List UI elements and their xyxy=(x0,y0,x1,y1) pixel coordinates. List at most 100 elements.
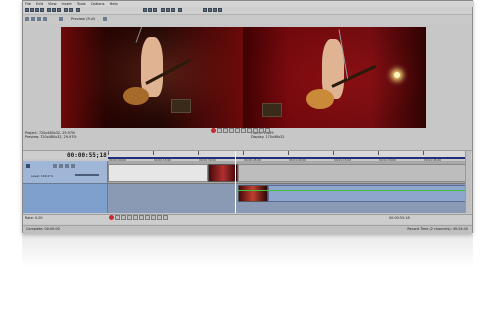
open-icon[interactable] xyxy=(30,8,34,12)
video-fx-icon[interactable] xyxy=(37,17,41,21)
ruler-tick xyxy=(108,151,109,155)
pause-button[interactable] xyxy=(235,128,240,133)
video-clip-empty[interactable] xyxy=(238,164,471,182)
undo-icon[interactable] xyxy=(64,8,68,12)
preview-frame-left xyxy=(61,27,243,128)
play-from-start-button[interactable] xyxy=(223,128,228,133)
performer-left-figure xyxy=(141,37,163,97)
vertical-scrollbar[interactable] xyxy=(465,151,471,213)
video-clip-2[interactable] xyxy=(268,185,471,202)
go-to-end-button[interactable] xyxy=(253,128,258,133)
video-preview[interactable] xyxy=(61,27,426,128)
ruler-tick xyxy=(333,151,334,155)
ruler-tick xyxy=(378,151,379,155)
overlays-icon[interactable] xyxy=(103,17,107,21)
preview-toolbar: Preview (Full) xyxy=(23,15,472,24)
status-complete: Complete: 00:00:00 xyxy=(26,227,60,231)
envelope-line[interactable] xyxy=(238,190,471,191)
zoom-tool-icon[interactable] xyxy=(178,8,182,12)
properties-icon[interactable] xyxy=(40,8,44,12)
new-icon[interactable] xyxy=(25,8,29,12)
video-track-1[interactable] xyxy=(108,161,471,184)
video-clip-thumbnail-2[interactable] xyxy=(238,185,268,202)
redo-icon[interactable] xyxy=(69,8,73,12)
timeline-play-start-button[interactable] xyxy=(121,215,126,220)
timeline-timecode[interactable]: 00:00:55;18 xyxy=(67,152,107,159)
preview-frame-right xyxy=(244,27,426,128)
external-monitor-icon[interactable] xyxy=(31,17,35,21)
prev-frame-button[interactable] xyxy=(259,128,264,133)
main-toolbar xyxy=(23,7,472,15)
cut-icon[interactable] xyxy=(47,8,51,12)
menu-file[interactable]: File xyxy=(25,2,31,6)
timeline-next-frame-button[interactable] xyxy=(163,215,168,220)
menu-options[interactable]: Options xyxy=(91,2,105,6)
guitar-left xyxy=(123,87,149,105)
track-fx-icon[interactable] xyxy=(65,164,69,168)
window-reflection xyxy=(22,234,473,268)
amp-left xyxy=(171,99,191,113)
overlay-icon[interactable] xyxy=(208,8,212,12)
preview-quality-icon[interactable] xyxy=(59,17,63,21)
timeline-prev-frame-button[interactable] xyxy=(157,215,162,220)
normal-edit-tool-icon[interactable] xyxy=(161,8,165,12)
track-level-label: Level: 100.0 % xyxy=(31,174,54,178)
timeline-stop-button[interactable] xyxy=(139,215,144,220)
menu-help[interactable]: Help xyxy=(110,2,118,6)
menu-tools[interactable]: Tools xyxy=(77,2,86,6)
go-to-start-button[interactable] xyxy=(247,128,252,133)
copy-icon[interactable] xyxy=(52,8,56,12)
timeline-record-button[interactable] xyxy=(109,215,114,220)
ripple-edit-icon[interactable] xyxy=(153,8,157,12)
preview-quality-label[interactable]: Preview (Full) xyxy=(71,17,95,21)
guitar-right xyxy=(306,89,334,109)
video-track-2[interactable] xyxy=(108,184,471,213)
loop-button[interactable] xyxy=(217,128,222,133)
status-record-time: Record Time (2 channels): 49:24:00 xyxy=(407,227,468,231)
project-info: Project: 720x480x32, 29.970i Preview: 72… xyxy=(25,131,76,139)
timeline-transport xyxy=(109,215,168,220)
render-icon[interactable] xyxy=(76,8,80,12)
snapping-icon[interactable] xyxy=(143,8,147,12)
paste-icon[interactable] xyxy=(57,8,61,12)
track-headers: Level: 100.0 % xyxy=(23,161,108,213)
timeline-go-end-button[interactable] xyxy=(151,215,156,220)
ruler-tick xyxy=(153,151,154,155)
timeline-go-start-button[interactable] xyxy=(145,215,150,220)
mute-icon[interactable] xyxy=(53,164,57,168)
compositing-mode-icon[interactable] xyxy=(71,164,75,168)
timeline-play-button[interactable] xyxy=(127,215,132,220)
title-clip[interactable] xyxy=(108,164,208,182)
split-view-icon[interactable] xyxy=(43,17,47,21)
ruler-tick xyxy=(198,151,199,155)
selection-tool-icon[interactable] xyxy=(171,8,175,12)
save-snapshot-icon[interactable] xyxy=(218,8,222,12)
video-clip-thumbnail[interactable] xyxy=(208,164,238,182)
copy-snapshot-icon[interactable] xyxy=(213,8,217,12)
save-icon[interactable] xyxy=(35,8,39,12)
menu-view[interactable]: View xyxy=(48,2,57,6)
track-header-video-2[interactable] xyxy=(23,184,107,213)
split-screen-icon[interactable] xyxy=(203,8,207,12)
menu-insert[interactable]: Insert xyxy=(62,2,72,6)
display-line: Display: 170x98x32 xyxy=(251,135,285,139)
ruler-tick xyxy=(243,151,244,155)
playback-rate[interactable]: Rate: 0.00 xyxy=(25,216,43,220)
playhead[interactable] xyxy=(235,151,236,213)
track-header-video-1[interactable]: Level: 100.0 % xyxy=(23,161,107,184)
solo-icon[interactable] xyxy=(59,164,63,168)
timeline-tracks[interactable] xyxy=(108,161,471,213)
timeline-pause-button[interactable] xyxy=(133,215,138,220)
ruler-tick xyxy=(288,151,289,155)
menu-edit[interactable]: Edit xyxy=(36,2,43,6)
next-frame-button[interactable] xyxy=(265,128,270,133)
status-bar xyxy=(23,225,472,234)
play-button[interactable] xyxy=(229,128,234,133)
preview-properties-icon[interactable] xyxy=(25,17,29,21)
record-button[interactable] xyxy=(211,128,216,133)
timeline-loop-button[interactable] xyxy=(115,215,120,220)
stop-button[interactable] xyxy=(241,128,246,133)
track-level-slider[interactable] xyxy=(75,174,99,176)
auto-crossfade-icon[interactable] xyxy=(148,8,152,12)
envelope-tool-icon[interactable] xyxy=(166,8,170,12)
